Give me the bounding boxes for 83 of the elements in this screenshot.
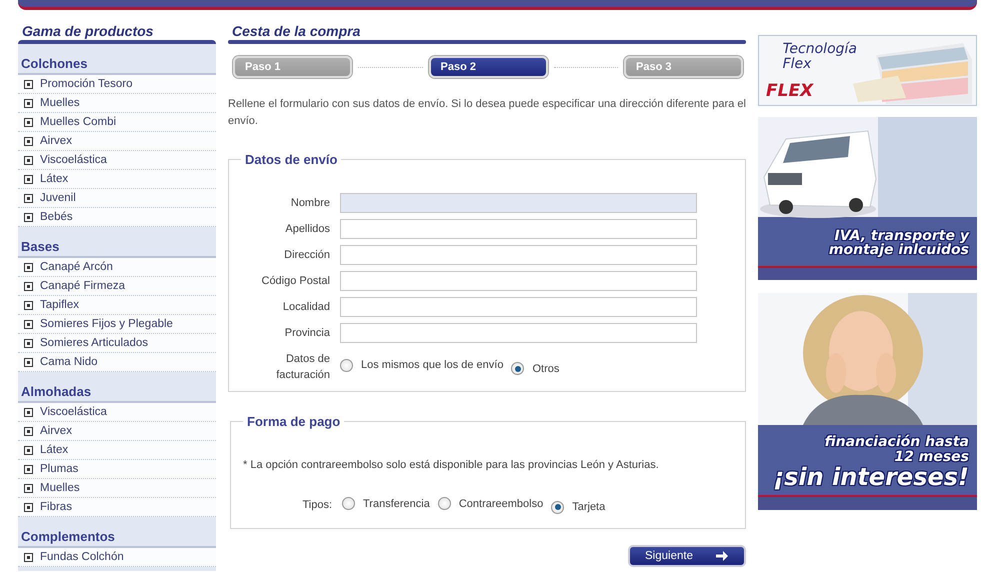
- category-link[interactable]: Viscoelástica: [18, 403, 216, 422]
- field-label: Provincia: [284, 326, 330, 341]
- bullet-icon: [24, 194, 33, 202]
- category-link[interactable]: Muelles: [18, 94, 216, 113]
- category-heading: Colchones: [20, 55, 88, 73]
- bullet-icon: [24, 552, 33, 562]
- banner-caption: financiación hasta 12 meses ¡sin intereses!: [773, 435, 969, 490]
- radio-button[interactable]: [340, 358, 353, 372]
- field-label: Apellidos: [284, 222, 330, 237]
- input-field[interactable]: [340, 271, 697, 291]
- category-heading: Bases: [20, 238, 60, 256]
- section-legend: Datos de envío: [241, 152, 342, 167]
- category-link[interactable]: Tapiflex: [18, 296, 216, 315]
- field-label: Código Postal: [260, 274, 330, 289]
- category-link[interactable]: Muelles: [18, 479, 216, 498]
- radio-button[interactable]: [438, 497, 451, 510]
- bullet-icon: [24, 300, 33, 310]
- category-link[interactable]: Somieres Fijos y Plegable: [18, 315, 216, 334]
- bullet-icon: [24, 212, 33, 222]
- category-link[interactable]: Canapé Arcón: [18, 258, 216, 277]
- input-field[interactable]: [340, 297, 697, 317]
- bullet-icon: [24, 408, 33, 416]
- category-link[interactable]: Fundas Colchón: [18, 548, 216, 567]
- bullet-icon: [24, 80, 33, 88]
- arrow-right-icon: [714, 550, 729, 562]
- bullet-icon: [24, 282, 33, 290]
- banner-title: Tecnología Flex: [782, 42, 857, 72]
- input-field[interactable]: [340, 193, 697, 213]
- bullet-icon: [24, 98, 33, 108]
- bullet-icon: [24, 426, 33, 436]
- bullet-icon: [24, 136, 33, 146]
- brand-logo: FLEX: [766, 81, 814, 101]
- field-label: Datos de facturación: [275, 352, 330, 383]
- bullet-icon: [24, 262, 33, 272]
- page-title: Cesta de la compra: [231, 23, 362, 40]
- radio-button[interactable]: [551, 500, 564, 514]
- bullet-icon: [24, 502, 33, 512]
- category-link[interactable]: Somieres Articulados: [18, 334, 216, 353]
- category-link[interactable]: Bebés: [18, 208, 216, 227]
- input-field[interactable]: [340, 323, 697, 343]
- radio-button[interactable]: [511, 362, 524, 376]
- radio-option[interactable]: Otros: [511, 362, 560, 376]
- bullet-icon: [24, 358, 33, 366]
- banner-caption: IVA, transporte y montaje inlcuidos: [828, 228, 969, 258]
- category-link[interactable]: Viscoelástica: [18, 151, 216, 170]
- radio-button[interactable]: [342, 497, 355, 510]
- category-link[interactable]: Fibras: [18, 498, 216, 517]
- category-link[interactable]: Canapé Firmeza: [18, 277, 216, 296]
- field-label: Localidad: [282, 300, 330, 315]
- category-link[interactable]: Airvex: [18, 132, 216, 151]
- category-heading: Complementos: [20, 528, 115, 546]
- category-link[interactable]: Juvenil: [18, 189, 216, 208]
- category-heading: Almohadas: [20, 383, 92, 401]
- category-link[interactable]: Látex: [18, 170, 216, 189]
- category-link[interactable]: Plumas: [18, 460, 216, 479]
- intro-text: Rellene el formulario con sus datos de envío. Si lo desea puede especificar una dirección diferente para el envío.: [228, 97, 746, 129]
- field-label: Tipos:: [301, 498, 332, 514]
- category-link[interactable]: Airvex: [18, 422, 216, 441]
- category-link[interactable]: Muelles Combi: [18, 113, 216, 132]
- section-legend: Forma de pago: [243, 414, 344, 429]
- bullet-icon: [24, 484, 33, 492]
- bullet-icon: [24, 320, 33, 328]
- field-label: Dirección: [283, 248, 330, 263]
- sidebar-title: Gama de productos: [21, 23, 154, 40]
- payment-note: * La opción contrareembolso solo está disponible para las provincias León y Asturias.: [243, 459, 660, 471]
- step-tab[interactable]: Paso 2: [428, 56, 548, 78]
- bullet-icon: [24, 338, 33, 348]
- category-link[interactable]: Látex: [18, 441, 216, 460]
- radio-option[interactable]: Contrareembolso: [438, 497, 544, 510]
- category-link[interactable]: Promoción Tesoro: [18, 75, 216, 94]
- bullet-icon: [24, 446, 33, 454]
- bullet-icon: [24, 464, 33, 474]
- field-label: Nombre: [290, 196, 330, 211]
- next-button[interactable]: Siguiente: [628, 544, 746, 566]
- radio-option[interactable]: Tarjeta: [551, 500, 606, 514]
- radio-option[interactable]: Los mismos que los de envío: [340, 358, 504, 372]
- input-field[interactable]: [340, 245, 697, 265]
- category-link[interactable]: Cama Nido: [18, 353, 216, 372]
- input-field[interactable]: [340, 219, 697, 239]
- bullet-icon: [24, 174, 33, 184]
- bullet-icon: [24, 156, 33, 164]
- radio-option[interactable]: Transferencia: [342, 497, 430, 510]
- bullet-icon: [24, 118, 33, 126]
